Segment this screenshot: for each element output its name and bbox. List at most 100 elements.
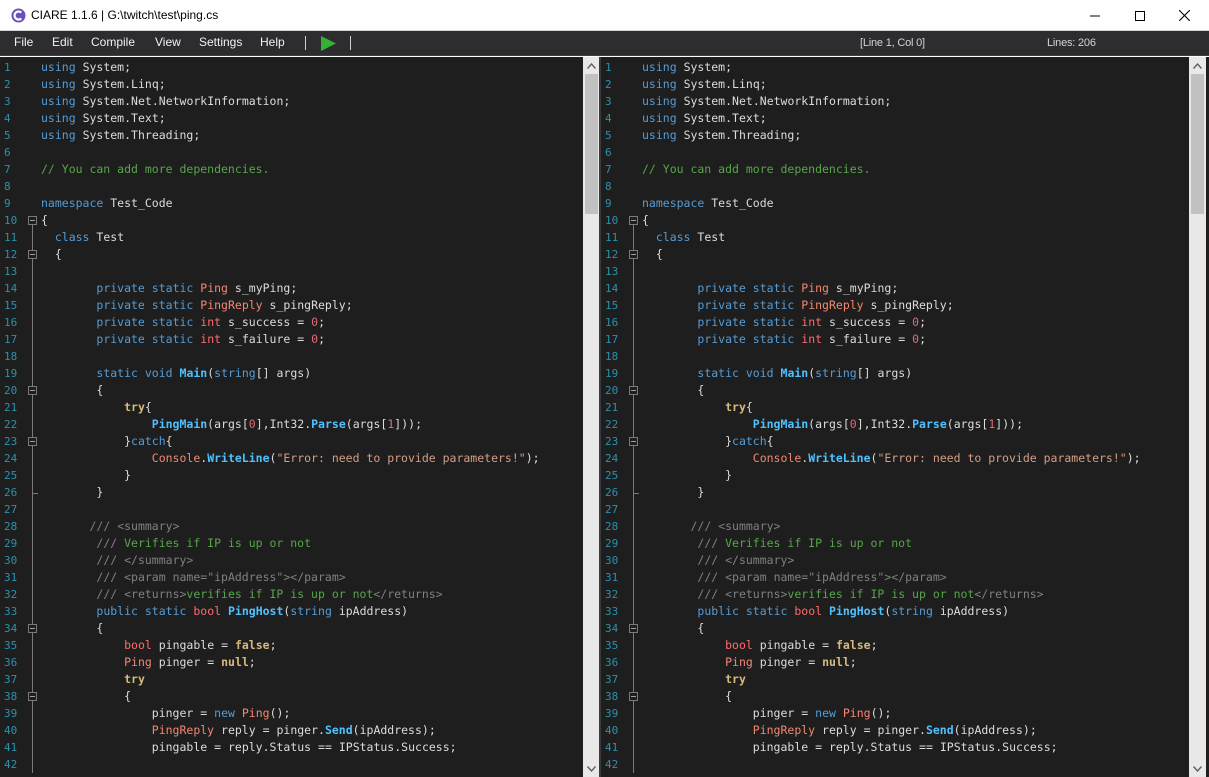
code-line[interactable]: } (41, 484, 103, 501)
code-line[interactable]: private static int s_success = 0; (642, 314, 926, 331)
collapse-icon[interactable] (28, 692, 37, 701)
menu-compile[interactable]: Compile (91, 35, 135, 49)
code-line[interactable]: static void Main(string[] args) (642, 365, 912, 382)
collapse-icon[interactable] (28, 437, 37, 446)
code-line[interactable]: } (642, 484, 704, 501)
code-line[interactable]: { (642, 212, 649, 229)
code-line[interactable]: /// Verifies if IP is up or not (41, 535, 311, 552)
code-line[interactable]: private static Ping s_myPing; (41, 280, 297, 297)
code-line[interactable]: using System.Net.NetworkInformation; (642, 93, 891, 110)
code-line[interactable]: /// <returns>verifies if IP is up or not… (642, 586, 1043, 603)
code-line[interactable]: using System.Threading; (642, 127, 801, 144)
code-line[interactable]: public static bool PingHost(string ipAdd… (642, 603, 1009, 620)
menu-view[interactable]: View (155, 35, 181, 49)
code-line[interactable]: // You can add more dependencies. (642, 161, 870, 178)
code-line[interactable]: using System.Text; (642, 110, 767, 127)
code-line[interactable]: class Test (41, 229, 124, 246)
code-line[interactable]: }catch{ (642, 433, 774, 450)
code-line[interactable]: /// <param name="ipAddress"></param> (41, 569, 345, 586)
code-line[interactable]: try{ (642, 399, 753, 416)
code-line[interactable]: private static int s_failure = 0; (642, 331, 926, 348)
play-icon[interactable] (319, 35, 337, 52)
code-line[interactable]: /// <summary> (41, 518, 179, 535)
minimize-button[interactable] (1072, 0, 1117, 31)
code-line[interactable]: Console.WriteLine("Error: need to provid… (41, 450, 540, 467)
code-line[interactable]: { (642, 688, 732, 705)
code-line[interactable]: try{ (41, 399, 152, 416)
code-line[interactable]: class Test (642, 229, 725, 246)
collapse-icon[interactable] (629, 692, 638, 701)
menu-help[interactable]: Help (260, 35, 285, 49)
close-button[interactable] (1162, 0, 1207, 31)
menu-settings[interactable]: Settings (199, 35, 242, 49)
collapse-icon[interactable] (629, 624, 638, 633)
code-line[interactable]: pinger = new Ping(); (41, 705, 291, 722)
collapse-icon[interactable] (629, 437, 638, 446)
code-line[interactable]: { (41, 212, 48, 229)
code-line[interactable]: /// </summary> (41, 552, 193, 569)
code-line[interactable]: { (642, 382, 704, 399)
scroll-up-button[interactable] (1189, 57, 1206, 74)
code-line[interactable]: using System.Linq; (41, 76, 166, 93)
code-line[interactable]: { (642, 246, 663, 263)
code-line[interactable]: Ping pinger = null; (642, 654, 857, 671)
scroll-down-button[interactable] (1189, 760, 1206, 777)
editor-pane-right[interactable]: 1 2 3 4 5 6 7 8 9 10 11 12 13 14 15 16 17 18 19 20 21 22 23 24 2… (601, 57, 1209, 777)
code-line[interactable]: { (41, 382, 103, 399)
editor-pane-left[interactable]: 1 2 3 4 5 6 7 8 9 10 11 12 13 14 15 16 17 18 19 20 21 22 23 24 2… (0, 57, 600, 777)
collapse-icon[interactable] (28, 624, 37, 633)
collapse-icon[interactable] (629, 386, 638, 395)
code-line[interactable]: private static int s_success = 0; (41, 314, 325, 331)
collapse-icon[interactable] (28, 216, 37, 225)
code-line[interactable]: try (41, 671, 145, 688)
code-line[interactable]: public static bool PingHost(string ipAdd… (41, 603, 408, 620)
code-line[interactable]: }catch{ (41, 433, 173, 450)
code-line[interactable]: using System.Threading; (41, 127, 200, 144)
code-line[interactable]: private static Ping s_myPing; (642, 280, 898, 297)
code-line[interactable]: } (41, 467, 131, 484)
code-line[interactable]: /// <returns>verifies if IP is up or not… (41, 586, 442, 603)
code-line[interactable]: using System; (41, 59, 131, 76)
code-line[interactable]: private static PingReply s_pingReply; (642, 297, 953, 314)
collapse-icon[interactable] (629, 250, 638, 259)
code-line[interactable]: // You can add more dependencies. (41, 161, 269, 178)
code-line[interactable]: { (41, 246, 62, 263)
collapse-icon[interactable] (629, 216, 638, 225)
code-line[interactable]: try (642, 671, 746, 688)
code-line[interactable]: using System.Text; (41, 110, 166, 127)
collapse-icon[interactable] (28, 250, 37, 259)
code-line[interactable]: static void Main(string[] args) (41, 365, 311, 382)
code-line[interactable]: namespace Test_Code (642, 195, 774, 212)
vertical-scrollbar[interactable] (583, 57, 600, 777)
code-line[interactable]: { (41, 620, 103, 637)
code-line[interactable]: pingable = reply.Status == IPStatus.Succ… (41, 739, 457, 756)
scroll-down-button[interactable] (583, 760, 600, 777)
code-line[interactable]: Ping pinger = null; (41, 654, 256, 671)
menu-file[interactable]: File (14, 35, 33, 49)
code-line[interactable]: namespace Test_Code (41, 195, 173, 212)
scroll-thumb[interactable] (1191, 74, 1204, 214)
code-line[interactable]: } (642, 467, 732, 484)
menu-edit[interactable]: Edit (52, 35, 73, 49)
scroll-thumb[interactable] (585, 74, 598, 214)
code-line[interactable]: PingReply reply = pinger.Send(ipAddress)… (642, 722, 1037, 739)
code-line[interactable]: /// <param name="ipAddress"></param> (642, 569, 946, 586)
code-line[interactable]: PingMain(args[0],Int32.Parse(args[1])); (41, 416, 422, 433)
code-line[interactable]: /// </summary> (642, 552, 794, 569)
code-line[interactable]: { (642, 620, 704, 637)
code-line[interactable]: using System; (642, 59, 732, 76)
maximize-button[interactable] (1117, 0, 1162, 31)
code-line[interactable]: private static int s_failure = 0; (41, 331, 325, 348)
code-line[interactable]: pinger = new Ping(); (642, 705, 892, 722)
code-line[interactable]: PingReply reply = pinger.Send(ipAddress)… (41, 722, 436, 739)
code-line[interactable]: pingable = reply.Status == IPStatus.Succ… (642, 739, 1058, 756)
scroll-up-button[interactable] (583, 57, 600, 74)
code-line[interactable]: PingMain(args[0],Int32.Parse(args[1])); (642, 416, 1023, 433)
code-line[interactable]: /// <summary> (642, 518, 780, 535)
code-line[interactable]: { (41, 688, 131, 705)
code-line[interactable]: /// Verifies if IP is up or not (642, 535, 912, 552)
code-line[interactable]: using System.Linq; (642, 76, 767, 93)
collapse-icon[interactable] (28, 386, 37, 395)
code-line[interactable]: bool pingable = false; (642, 637, 877, 654)
code-line[interactable]: bool pingable = false; (41, 637, 276, 654)
